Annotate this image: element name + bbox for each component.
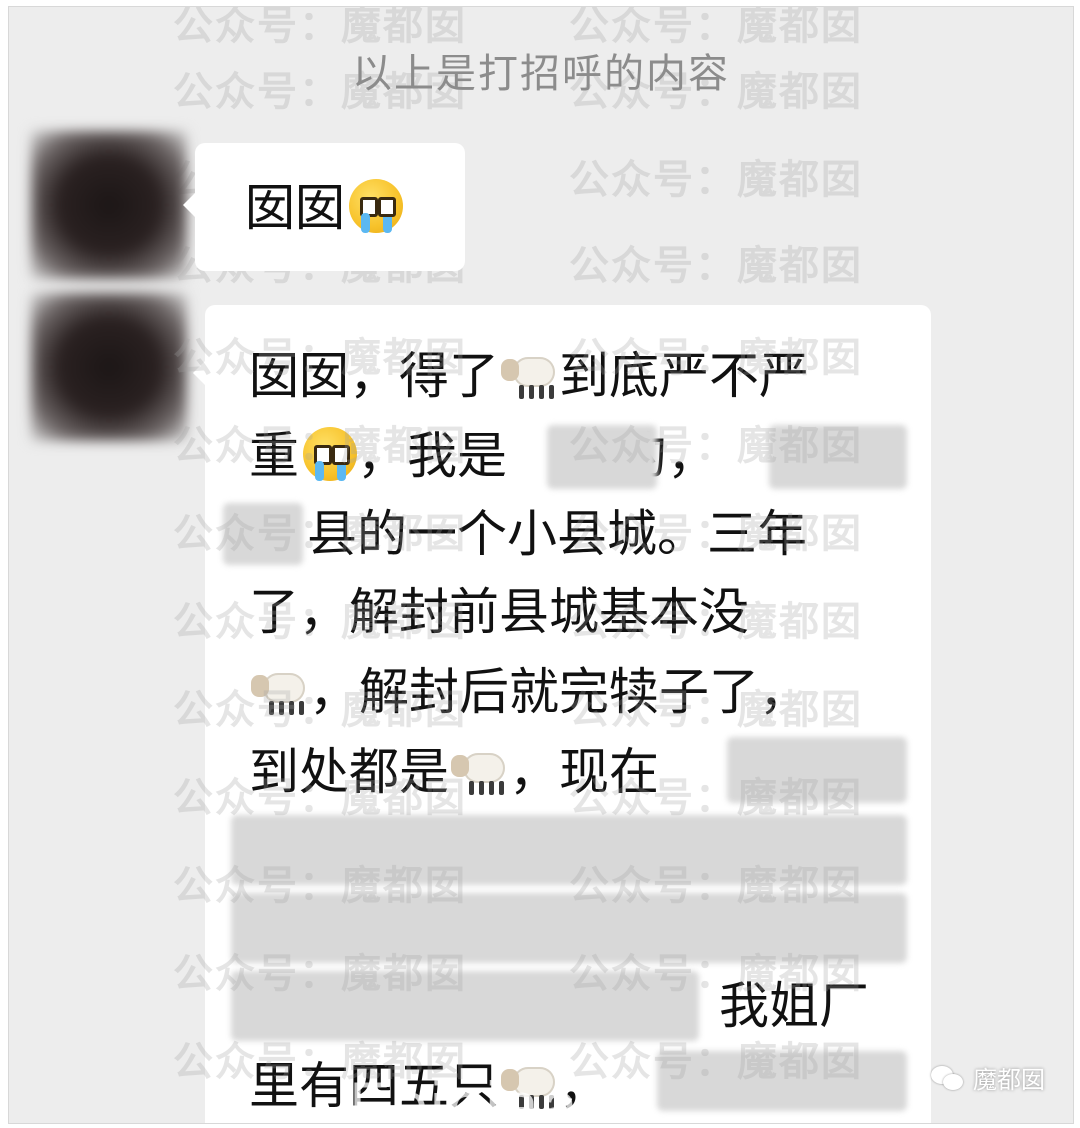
message-line: 县的一个小县城。三年: [249, 495, 807, 573]
brand-name: 魔都囡: [973, 1066, 1045, 1094]
message-text: 囡囡: [245, 169, 403, 247]
avatar[interactable]: [31, 293, 187, 441]
message-line: ，解封后就完犊子了，: [249, 653, 809, 731]
bottom-watermark: Feiniaadu: [349, 1068, 657, 1124]
message-text-fragment: 囡囡，得了: [249, 347, 499, 405]
watermark: 公众号：魔都囡: [569, 243, 863, 289]
message-text-fragment: 县的一个小县城。三年: [307, 505, 807, 563]
sheep-icon: [499, 347, 559, 403]
message-text-fragment: ，解封后就完犊子了，: [309, 663, 809, 721]
message-text-fragment: 了，解封前县城基本没: [249, 583, 749, 641]
sheep-icon: [449, 743, 509, 799]
sheep-icon: [249, 663, 309, 719]
bubble-tail: [183, 193, 195, 217]
message-text-fragment: ，我是: [357, 427, 507, 485]
message-line: 到处都是 ，现在: [249, 733, 659, 811]
message-line: 我姐厂: [719, 967, 869, 1045]
redacted-text: [231, 971, 699, 1041]
wechat-icon: [931, 1064, 965, 1092]
redacted-text: [223, 503, 303, 565]
loudly-crying-face-icon: [349, 179, 403, 233]
message-text-content: 囡囡: [245, 179, 345, 237]
redacted-text: [231, 815, 907, 885]
watermark: 公众号：魔都囡: [569, 157, 863, 203]
brand-watermark: 魔都囡: [931, 1060, 1045, 1095]
redacted-text: [727, 737, 907, 803]
redacted-text: [231, 893, 907, 963]
chat-screenshot: 公众号：魔都囡 公众号：魔都囡 公众号：魔都囡 公众号：魔都囡 公众号：魔都囡 …: [8, 6, 1074, 1124]
redacted-text: [657, 1051, 907, 1111]
redacted-text: [769, 425, 907, 489]
message-text-fragment: 重: [249, 427, 299, 485]
loudly-crying-face-icon: [303, 427, 357, 481]
message-text-fragment: 到处都是: [249, 743, 449, 801]
message-text-fragment: 到底严不严: [559, 347, 809, 405]
avatar[interactable]: [31, 131, 187, 279]
message-line: 了，解封前县城基本没: [249, 573, 749, 651]
message-text-fragment: ，现在: [509, 743, 659, 801]
message-text-fragment: 我姐厂: [719, 977, 869, 1035]
system-message: 以上是打招呼的内容: [352, 51, 730, 97]
bubble-tail: [193, 361, 205, 385]
message-line: 囡囡，得了 到底严不严: [249, 337, 809, 415]
redacted-text: [547, 425, 657, 489]
